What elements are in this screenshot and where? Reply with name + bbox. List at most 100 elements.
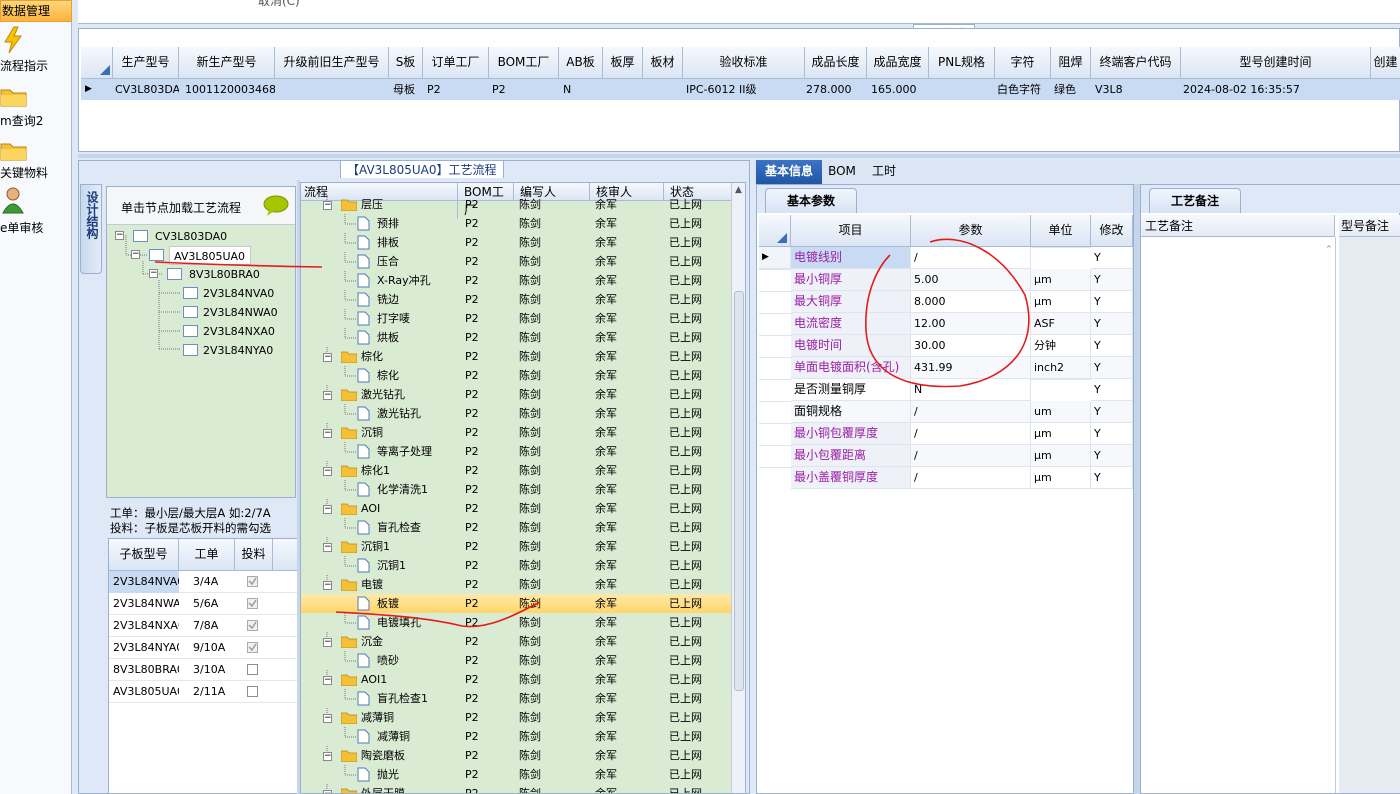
horizontal-splitter[interactable] — [78, 154, 1400, 158]
collapse-icon[interactable]: − — [323, 543, 332, 552]
param-row[interactable]: 最小盖覆铜厚度 / μm Y — [759, 467, 1133, 489]
collapse-icon[interactable]: − — [323, 353, 332, 362]
process-step-row[interactable]: 板镀 P2 陈剑 余军 已上网 — [301, 594, 731, 613]
process-group-row[interactable]: − 电镀 P2 陈剑 余军 已上网 — [301, 575, 731, 594]
col-header[interactable]: 创建 — [1371, 47, 1400, 79]
process-step-row[interactable]: 盲孔检查1 P2 陈剑 余军 已上网 — [301, 689, 731, 708]
process-group-row[interactable]: − 棕化1 P2 陈剑 余军 已上网 — [301, 461, 731, 480]
param-row[interactable]: 最小铜包覆厚度 / μm Y — [759, 423, 1133, 445]
nav-item-data-management[interactable]: 数据管理 — [0, 0, 72, 22]
col-header[interactable]: AB板 — [559, 47, 603, 79]
process-step-row[interactable]: 排板 P2 陈剑 余军 已上网 — [301, 233, 731, 252]
col-header[interactable]: 投料 — [235, 539, 273, 571]
col-header[interactable]: 修改 — [1091, 215, 1133, 247]
col-header[interactable]: 项目 — [791, 215, 911, 247]
process-group-row[interactable]: − 减薄铜 P2 陈剑 余军 已上网 — [301, 708, 731, 727]
col-header[interactable]: 订单工厂 — [423, 47, 489, 79]
col-header[interactable]: 字符 — [995, 47, 1051, 79]
sub-board-row[interactable]: 2V3L84NVA0 3/4A — [109, 571, 297, 593]
col-header[interactable]: BOM工厂 — [489, 47, 559, 79]
col-header[interactable]: 终端客户代码 — [1091, 47, 1181, 79]
nav-item-query[interactable]: m查询2 — [0, 82, 72, 128]
param-row[interactable]: 最小铜厚 5.00 μm Y — [759, 269, 1133, 291]
process-group-row[interactable]: − 沉金 P2 陈剑 余军 已上网 — [301, 632, 731, 651]
collapse-icon[interactable]: − — [323, 714, 332, 723]
param-row[interactable]: 面铜规格 / um Y — [759, 401, 1133, 423]
nav-item-materials[interactable]: 关键物料 — [0, 136, 72, 182]
tab-basic-info[interactable]: 基本信息 — [756, 160, 822, 184]
collapse-icon[interactable]: − — [149, 269, 158, 278]
process-step-row[interactable]: 电镀填孔 P2 陈剑 余军 已上网 — [301, 613, 731, 632]
collapse-icon[interactable]: − — [323, 505, 332, 514]
param-row[interactable]: 电镀时间 30.00 分钟 Y — [759, 335, 1133, 357]
process-step-row[interactable]: 激光钻孔 P2 陈剑 余军 已上网 — [301, 404, 731, 423]
col-header[interactable]: 板材 — [643, 47, 683, 79]
col-header[interactable]: 成品宽度 — [867, 47, 929, 79]
checkbox[interactable] — [247, 664, 258, 675]
checkbox[interactable] — [247, 686, 258, 697]
tab-process-remarks[interactable]: 工艺备注 — [1149, 188, 1241, 213]
nav-item-review[interactable]: e单审核 — [0, 186, 72, 236]
collapse-icon[interactable]: − — [131, 250, 140, 259]
col-header[interactable]: 验收标准 — [683, 47, 805, 79]
collapse-icon[interactable]: − — [323, 676, 332, 685]
collapse-icon[interactable]: − — [323, 467, 332, 476]
process-step-row[interactable]: X-Ray冲孔 P2 陈剑 余军 已上网 — [301, 271, 731, 290]
sub-board-row[interactable]: 2V3L84NXA0 7/8A — [109, 615, 297, 637]
process-step-row[interactable]: 铣边 P2 陈剑 余军 已上网 — [301, 290, 731, 309]
side-tab-design-structure[interactable]: 设计结构 — [80, 184, 102, 274]
collapse-icon[interactable]: − — [323, 391, 332, 400]
col-header[interactable]: 新生产型号 — [179, 47, 275, 79]
collapse-icon[interactable]: − — [323, 638, 332, 647]
collapse-icon[interactable]: − — [115, 231, 124, 240]
param-row[interactable]: 最小包覆距离 / μm Y — [759, 445, 1133, 467]
param-row[interactable]: ▶ 电镀线别 / Y — [759, 247, 1133, 269]
col-header[interactable]: 阻焊 — [1051, 47, 1091, 79]
col-header[interactable]: 升级前旧生产型号 — [275, 47, 389, 79]
sub-board-row[interactable]: 8V3L80BRA0 3/10A — [109, 659, 297, 681]
process-step-row[interactable]: 棕化 P2 陈剑 余军 已上网 — [301, 366, 731, 385]
process-group-row[interactable]: − AOI P2 陈剑 余军 已上网 — [301, 499, 731, 518]
process-step-row[interactable]: 喷砂 P2 陈剑 余军 已上网 — [301, 651, 731, 670]
col-header[interactable]: S板 — [389, 47, 423, 79]
process-group-row[interactable]: − AOI1 P2 陈剑 余军 已上网 — [301, 670, 731, 689]
process-group-row[interactable]: − 激光钻孔 P2 陈剑 余军 已上网 — [301, 385, 731, 404]
collapse-icon[interactable]: − — [323, 201, 332, 210]
col-header[interactable]: 单位 — [1031, 215, 1091, 247]
process-step-row[interactable]: 等离子处理 P2 陈剑 余军 已上网 — [301, 442, 731, 461]
col-header[interactable]: 子板型号 — [109, 539, 179, 571]
param-row[interactable]: 是否测量铜厚 N Y — [759, 379, 1133, 401]
checkbox[interactable] — [247, 598, 258, 609]
collapse-icon[interactable]: − — [323, 581, 332, 590]
col-header[interactable]: 生产型号 — [113, 47, 179, 79]
tab-work-hours[interactable]: 工时 — [864, 160, 904, 184]
process-step-row[interactable]: 盲孔检查 P2 陈剑 余军 已上网 — [301, 518, 731, 537]
process-group-row[interactable]: − 沉铜 P2 陈剑 余军 已上网 — [301, 423, 731, 442]
col-header[interactable]: 成品长度 — [805, 47, 867, 79]
scroll-thumb[interactable] — [734, 291, 744, 691]
checkbox[interactable] — [247, 642, 258, 653]
col-header[interactable]: 参数 — [911, 215, 1031, 247]
nav-item-process[interactable]: 流程指示 — [0, 24, 72, 74]
param-row[interactable]: 单面电镀面积(含孔) 431.99 inch2 Y — [759, 357, 1133, 379]
process-step-row[interactable]: 压合 P2 陈剑 余军 已上网 — [301, 252, 731, 271]
process-step-row[interactable]: 烘板 P2 陈剑 余军 已上网 — [301, 328, 731, 347]
process-step-row[interactable]: 预排 P2 陈剑 余军 已上网 — [301, 214, 731, 233]
param-row[interactable]: 最大铜厚 8.000 μm Y — [759, 291, 1133, 313]
process-group-row[interactable]: − 棕化 P2 陈剑 余军 已上网 — [301, 347, 731, 366]
checkbox[interactable] — [247, 620, 258, 631]
process-group-row[interactable]: − 层压 P2 陈剑 余军 已上网 — [301, 195, 731, 214]
col-header[interactable]: 板厚 — [603, 47, 643, 79]
col-header[interactable]: PNL规格 — [929, 47, 995, 79]
col-header[interactable]: 型号备注 — [1339, 215, 1400, 237]
tab-bom[interactable]: BOM — [824, 160, 860, 184]
collapse-icon[interactable]: − — [323, 429, 332, 438]
param-row[interactable]: 电流密度 12.00 ASF Y — [759, 313, 1133, 335]
model-remarks-area[interactable] — [1339, 237, 1400, 793]
vertical-scrollbar[interactable]: ▲ — [731, 183, 745, 793]
process-group-row[interactable]: − 沉铜1 P2 陈剑 余军 已上网 — [301, 537, 731, 556]
process-group-row[interactable]: − 外层干膜 P2 陈剑 余军 已上网 — [301, 784, 731, 793]
sub-board-row[interactable]: 2V3L84NWA0 5/6A — [109, 593, 297, 615]
collapse-icon[interactable]: − — [323, 790, 332, 793]
process-step-row[interactable]: 沉铜1 P2 陈剑 余军 已上网 — [301, 556, 731, 575]
